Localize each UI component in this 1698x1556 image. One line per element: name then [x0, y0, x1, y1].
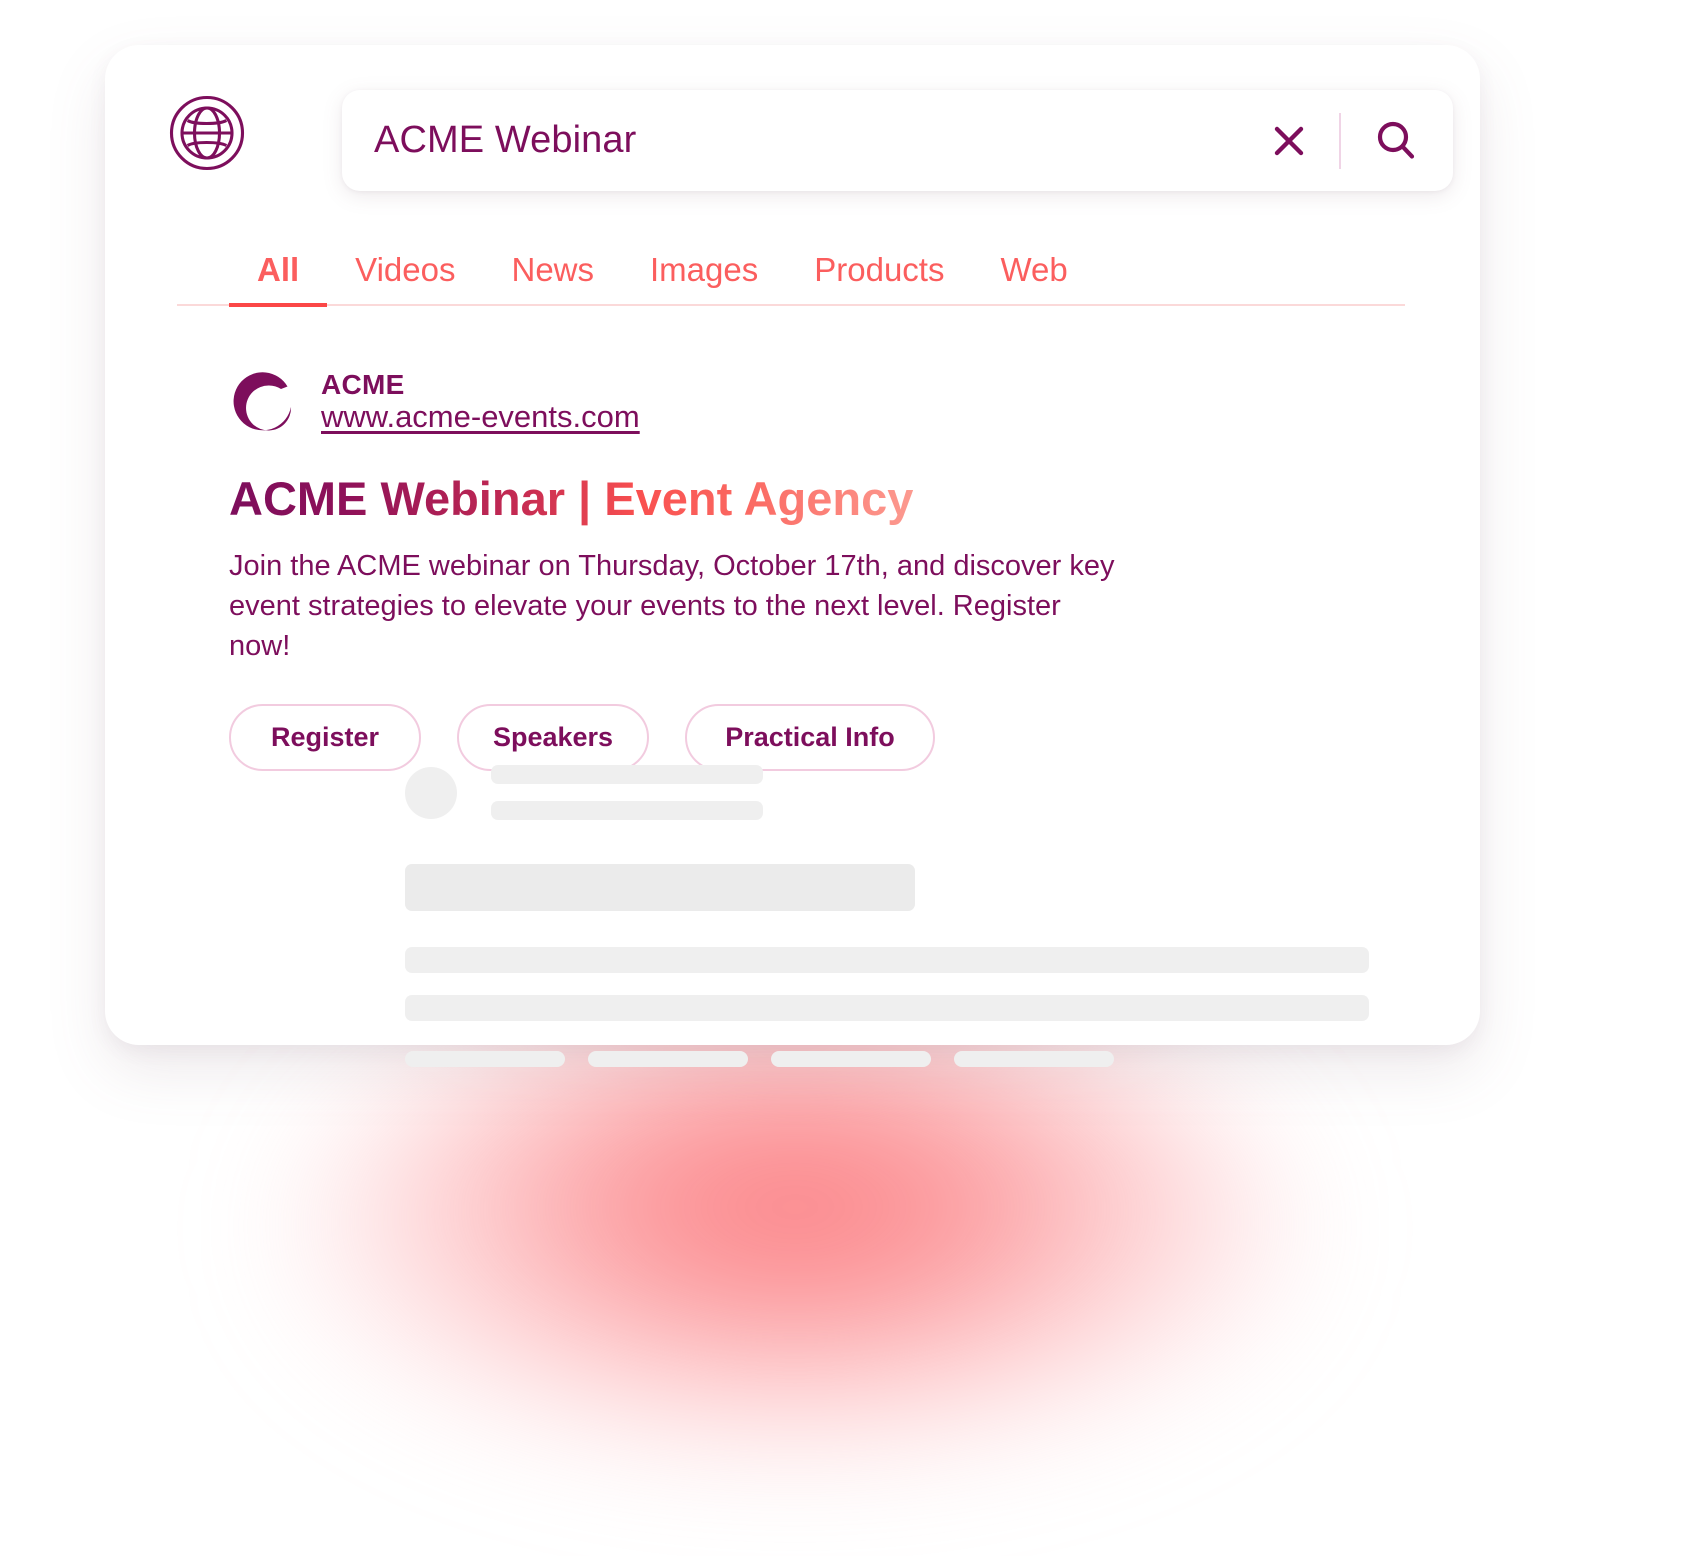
globe-icon	[169, 95, 245, 171]
search-input[interactable]	[342, 118, 1261, 163]
result-site-meta: ACME www.acme-events.com	[321, 369, 640, 435]
skeleton-block	[405, 864, 915, 911]
skeleton-line	[491, 801, 763, 820]
tab-web[interactable]: Web	[972, 253, 1095, 307]
search-icon[interactable]	[1365, 110, 1427, 172]
pink-glow-backdrop	[290, 1000, 1300, 1460]
skeleton-wide-line	[405, 995, 1369, 1021]
tab-images[interactable]: Images	[622, 253, 786, 307]
result-sitelinks: Register Speakers Practical Info	[229, 704, 1409, 772]
result-site-name: ACME	[321, 368, 405, 400]
result-description: Join the ACME webinar on Thursday, Octob…	[229, 550, 1115, 663]
result-title[interactable]: ACME Webinar | Event Agency	[229, 472, 913, 526]
search-header	[169, 90, 1453, 191]
skeleton-line	[491, 765, 763, 784]
skeleton-header-row	[405, 765, 1405, 820]
skeleton-wide-line	[405, 947, 1369, 973]
close-icon[interactable]	[1261, 113, 1317, 169]
acme-crescent-logo-icon	[229, 365, 303, 439]
search-result: ACME www.acme-events.com ACME Webinar | …	[229, 365, 1409, 772]
tab-news[interactable]: News	[483, 253, 622, 307]
skeleton-chip	[954, 1051, 1114, 1067]
skeleton-lines	[491, 765, 763, 820]
sitelink-register[interactable]: Register	[229, 704, 421, 772]
skeleton-chip	[771, 1051, 931, 1067]
tab-videos[interactable]: Videos	[327, 253, 483, 307]
result-site-row: ACME www.acme-events.com	[229, 365, 1409, 439]
tab-all[interactable]: All	[229, 253, 328, 307]
loading-skeleton	[405, 765, 1405, 1067]
toolbar-divider	[1339, 112, 1341, 169]
search-card: All Videos News Images Products Web ACME…	[105, 45, 1480, 1067]
skeleton-chip	[588, 1051, 748, 1067]
tab-list: All Videos News Images Products Web	[177, 253, 1405, 307]
sitelink-practical-info[interactable]: Practical Info	[685, 704, 935, 772]
category-tabs: All Videos News Images Products Web	[177, 253, 1405, 307]
search-bar[interactable]	[342, 90, 1453, 191]
tab-products[interactable]: Products	[786, 253, 972, 307]
skeleton-chip	[405, 1051, 565, 1067]
result-site-url[interactable]: www.acme-events.com	[321, 400, 640, 435]
skeleton-chip-row	[405, 1051, 1405, 1067]
skeleton-avatar	[405, 766, 457, 819]
sitelink-speakers[interactable]: Speakers	[457, 704, 649, 772]
